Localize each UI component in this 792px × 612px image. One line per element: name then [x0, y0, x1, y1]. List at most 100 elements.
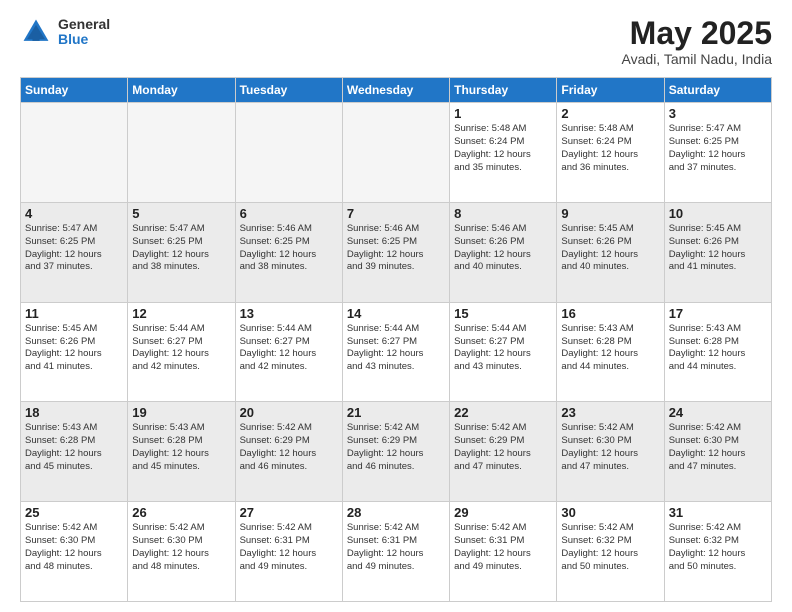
day-number: 12 [132, 306, 230, 321]
logo-general-text: General [58, 17, 110, 32]
calendar-cell: 15 Sunrise: 5:44 AM Sunset: 6:27 PM Dayli… [450, 302, 557, 402]
day-info: Sunrise: 5:42 AM Sunset: 6:29 PM Dayligh… [240, 422, 338, 473]
day-info: Sunrise: 5:47 AM Sunset: 6:25 PM Dayligh… [132, 223, 230, 274]
day-info: Sunrise: 5:42 AM Sunset: 6:31 PM Dayligh… [347, 522, 445, 573]
calendar-week-row: 11Sunrise: 5:45 AM Sunset: 6:26 PM Dayli… [21, 302, 772, 402]
day-number: 3 [669, 106, 767, 121]
calendar-cell: 10 Sunrise: 5:45 AM Sunset: 6:26 PM Dayli… [664, 202, 771, 302]
col-monday: Monday [128, 78, 235, 103]
calendar-cell: 12 Sunrise: 5:44 AM Sunset: 6:27 PM Dayli… [128, 302, 235, 402]
calendar-cell: 27Sunrise: 5:42 AM Sunset: 6:31 PM Dayli… [235, 502, 342, 602]
day-info: Sunrise: 5:47 AM Sunset: 6:25 PM Dayligh… [25, 223, 123, 274]
calendar-cell: 2 Sunrise: 5:48 AM Sunset: 6:24 PM Daylig… [557, 103, 664, 203]
calendar-cell: 8 Sunrise: 5:46 AM Sunset: 6:26 PM Daylig… [450, 202, 557, 302]
day-info: Sunrise: 5:42 AM Sunset: 6:30 PM Dayligh… [25, 522, 123, 573]
day-number: 4 [25, 206, 123, 221]
page: General Blue May 2025 Avadi, Tamil Nadu,… [0, 0, 792, 612]
day-info: Sunrise: 5:43 AM Sunset: 6:28 PM Dayligh… [669, 323, 767, 374]
day-info: Sunrise: 5:44 AM Sunset: 6:27 PM Dayligh… [347, 323, 445, 374]
day-number: 24 [669, 405, 767, 420]
day-info: Sunrise: 5:42 AM Sunset: 6:32 PM Dayligh… [669, 522, 767, 573]
calendar-cell: 24Sunrise: 5:42 AM Sunset: 6:30 PM Dayli… [664, 402, 771, 502]
logo-blue-text: Blue [58, 32, 110, 47]
day-number: 14 [347, 306, 445, 321]
day-number: 8 [454, 206, 552, 221]
day-info: Sunrise: 5:43 AM Sunset: 6:28 PM Dayligh… [132, 422, 230, 473]
calendar-cell [21, 103, 128, 203]
day-number: 15 [454, 306, 552, 321]
day-number: 19 [132, 405, 230, 420]
day-info: Sunrise: 5:43 AM Sunset: 6:28 PM Dayligh… [561, 323, 659, 374]
calendar-cell: 26Sunrise: 5:42 AM Sunset: 6:30 PM Dayli… [128, 502, 235, 602]
day-info: Sunrise: 5:48 AM Sunset: 6:24 PM Dayligh… [454, 123, 552, 174]
calendar-cell: 5Sunrise: 5:47 AM Sunset: 6:25 PM Daylig… [128, 202, 235, 302]
day-number: 10 [669, 206, 767, 221]
day-info: Sunrise: 5:44 AM Sunset: 6:27 PM Dayligh… [454, 323, 552, 374]
calendar-cell: 30Sunrise: 5:42 AM Sunset: 6:32 PM Dayli… [557, 502, 664, 602]
day-number: 28 [347, 505, 445, 520]
calendar-cell: 18 Sunrise: 5:43 AM Sunset: 6:28 PM Dayli… [21, 402, 128, 502]
calendar-cell: 23 Sunrise: 5:42 AM Sunset: 6:30 PM Dayli… [557, 402, 664, 502]
day-number: 25 [25, 505, 123, 520]
calendar-week-row: 4 Sunrise: 5:47 AM Sunset: 6:25 PM Daylig… [21, 202, 772, 302]
calendar-week-row: 18 Sunrise: 5:43 AM Sunset: 6:28 PM Dayli… [21, 402, 772, 502]
logo: General Blue [20, 16, 110, 48]
day-number: 31 [669, 505, 767, 520]
day-number: 23 [561, 405, 659, 420]
day-info: Sunrise: 5:42 AM Sunset: 6:30 PM Dayligh… [561, 422, 659, 473]
calendar-cell [342, 103, 449, 203]
day-info: Sunrise: 5:45 AM Sunset: 6:26 PM Dayligh… [25, 323, 123, 374]
day-number: 1 [454, 106, 552, 121]
location: Avadi, Tamil Nadu, India [622, 51, 772, 67]
day-info: Sunrise: 5:43 AM Sunset: 6:28 PM Dayligh… [25, 422, 123, 473]
calendar-cell: 16 Sunrise: 5:43 AM Sunset: 6:28 PM Dayli… [557, 302, 664, 402]
title-block: May 2025 Avadi, Tamil Nadu, India [622, 16, 772, 67]
day-number: 26 [132, 505, 230, 520]
day-number: 13 [240, 306, 338, 321]
calendar-week-row: 1 Sunrise: 5:48 AM Sunset: 6:24 PM Daylig… [21, 103, 772, 203]
calendar-cell: 7Sunrise: 5:46 AM Sunset: 6:25 PM Daylig… [342, 202, 449, 302]
calendar-cell: 20 Sunrise: 5:42 AM Sunset: 6:29 PM Dayli… [235, 402, 342, 502]
day-number: 2 [561, 106, 659, 121]
day-number: 20 [240, 405, 338, 420]
calendar-cell [235, 103, 342, 203]
calendar-cell: 19 Sunrise: 5:43 AM Sunset: 6:28 PM Dayli… [128, 402, 235, 502]
col-saturday: Saturday [664, 78, 771, 103]
day-info: Sunrise: 5:46 AM Sunset: 6:26 PM Dayligh… [454, 223, 552, 274]
calendar-cell: 11Sunrise: 5:45 AM Sunset: 6:26 PM Dayli… [21, 302, 128, 402]
day-number: 16 [561, 306, 659, 321]
col-friday: Friday [557, 78, 664, 103]
day-number: 27 [240, 505, 338, 520]
day-info: Sunrise: 5:47 AM Sunset: 6:25 PM Dayligh… [669, 123, 767, 174]
day-info: Sunrise: 5:45 AM Sunset: 6:26 PM Dayligh… [669, 223, 767, 274]
logo-icon [20, 16, 52, 48]
calendar-cell: 29Sunrise: 5:42 AM Sunset: 6:31 PM Dayli… [450, 502, 557, 602]
calendar-cell: 6Sunrise: 5:46 AM Sunset: 6:25 PM Daylig… [235, 202, 342, 302]
calendar-week-row: 25 Sunrise: 5:42 AM Sunset: 6:30 PM Dayli… [21, 502, 772, 602]
calendar-cell: 28 Sunrise: 5:42 AM Sunset: 6:31 PM Dayli… [342, 502, 449, 602]
day-info: Sunrise: 5:42 AM Sunset: 6:32 PM Dayligh… [561, 522, 659, 573]
calendar-cell: 22Sunrise: 5:42 AM Sunset: 6:29 PM Dayli… [450, 402, 557, 502]
calendar-cell: 4 Sunrise: 5:47 AM Sunset: 6:25 PM Daylig… [21, 202, 128, 302]
day-info: Sunrise: 5:44 AM Sunset: 6:27 PM Dayligh… [240, 323, 338, 374]
calendar-cell: 3 Sunrise: 5:47 AM Sunset: 6:25 PM Daylig… [664, 103, 771, 203]
month-title: May 2025 [622, 16, 772, 51]
day-number: 21 [347, 405, 445, 420]
calendar-cell: 13 Sunrise: 5:44 AM Sunset: 6:27 PM Dayli… [235, 302, 342, 402]
day-number: 22 [454, 405, 552, 420]
col-tuesday: Tuesday [235, 78, 342, 103]
col-thursday: Thursday [450, 78, 557, 103]
day-info: Sunrise: 5:46 AM Sunset: 6:25 PM Dayligh… [240, 223, 338, 274]
col-wednesday: Wednesday [342, 78, 449, 103]
day-info: Sunrise: 5:44 AM Sunset: 6:27 PM Dayligh… [132, 323, 230, 374]
day-number: 18 [25, 405, 123, 420]
calendar-cell: 9Sunrise: 5:45 AM Sunset: 6:26 PM Daylig… [557, 202, 664, 302]
calendar-cell: 1 Sunrise: 5:48 AM Sunset: 6:24 PM Daylig… [450, 103, 557, 203]
calendar-cell: 17Sunrise: 5:43 AM Sunset: 6:28 PM Dayli… [664, 302, 771, 402]
calendar-cell: 25 Sunrise: 5:42 AM Sunset: 6:30 PM Dayli… [21, 502, 128, 602]
day-info: Sunrise: 5:48 AM Sunset: 6:24 PM Dayligh… [561, 123, 659, 174]
day-number: 29 [454, 505, 552, 520]
day-info: Sunrise: 5:42 AM Sunset: 6:29 PM Dayligh… [347, 422, 445, 473]
day-info: Sunrise: 5:45 AM Sunset: 6:26 PM Dayligh… [561, 223, 659, 274]
calendar-cell [128, 103, 235, 203]
